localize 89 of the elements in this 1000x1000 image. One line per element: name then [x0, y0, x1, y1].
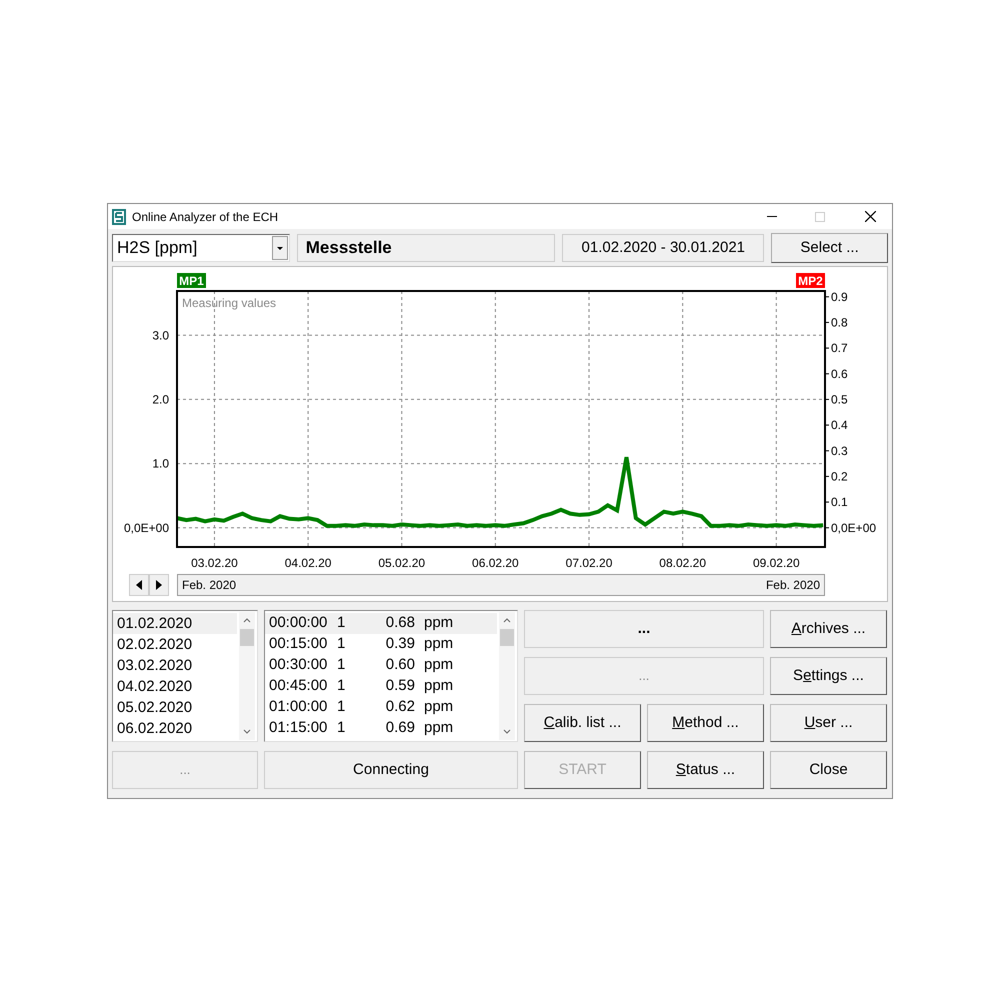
close-icon[interactable] [865, 211, 876, 222]
right-arrow-icon [156, 580, 162, 590]
scroll-label: Feb. 2020 [182, 576, 236, 594]
select-button[interactable]: Select ... [771, 233, 888, 263]
y2-tick-label: 0.6 [831, 366, 848, 381]
reading-unit: ppm [423, 676, 454, 696]
y2-tick-label: 0.7 [831, 341, 848, 356]
scrollbar[interactable] [499, 612, 515, 740]
y-tick-label: 2.0 [152, 392, 169, 406]
y-tick-label: 1.0 [152, 456, 169, 471]
window-title: Online Analyzer of the ECH [132, 208, 278, 226]
reading-time: 00:45:00 [269, 676, 328, 696]
reading-value: 0.62 [384, 697, 415, 718]
reading-channel: 1 [337, 613, 346, 634]
reading-row[interactable]: 01:15:00 1 0.69 ppm [265, 718, 497, 739]
minimize-icon[interactable] [767, 216, 777, 218]
scroll-right-button[interactable] [149, 574, 169, 596]
time-scrollbar[interactable]: Feb. 2020 Feb. 2020 [177, 574, 825, 596]
reading-value: 0.69 [384, 718, 415, 738]
reading-row[interactable]: 00:00:00 1 0.68 ppm [265, 613, 497, 634]
reading-value: 0.68 [384, 613, 415, 634]
y2-tick-label: 0.4 [831, 418, 848, 432]
app-icon [112, 208, 126, 224]
y2-tick-label: 0.2 [831, 469, 848, 484]
info-field: ... [524, 657, 764, 695]
y2-tick-label: 0.3 [831, 444, 848, 458]
reading-channel: 1 [337, 697, 346, 718]
reading-time: 01:15:00 [269, 718, 328, 738]
component-dropdown[interactable]: H2S [ppm] [112, 234, 290, 262]
reading-row[interactable]: 00:45:00 1 0.59 ppm [265, 676, 497, 697]
date-item[interactable]: 03.02.2020 [113, 655, 237, 676]
scroll-left-button[interactable] [129, 574, 149, 596]
reading-time: 01:00:00 [269, 697, 328, 718]
action-button[interactable]: Status ... [647, 751, 764, 789]
reading-channel: 1 [337, 676, 346, 696]
series-badge: MP2 [796, 273, 825, 288]
y2-tick-label: 0.5 [831, 392, 848, 406]
y-tick-label: 0,0E+00 [124, 520, 169, 535]
reading-unit: ppm [423, 697, 454, 718]
reading-unit: ppm [423, 634, 454, 654]
reading-time: 00:15:00 [269, 634, 328, 654]
action-button[interactable]: Archives ... [770, 610, 887, 648]
reading-unit: ppm [423, 718, 454, 738]
scrollbar[interactable] [239, 612, 255, 740]
reading-row[interactable]: 00:30:00 1 0.60 ppm [265, 655, 497, 676]
action-button[interactable]: User ... [770, 704, 887, 742]
x-tick-label: 09.02.20 [752, 556, 800, 567]
reading-time: 00:00:00 [269, 613, 328, 634]
x-tick-label: 05.02.20 [378, 556, 426, 567]
date-item[interactable]: 06.02.2020 [113, 718, 237, 739]
reading-value: 0.39 [384, 634, 415, 654]
x-tick-label: 06.02.20 [472, 556, 519, 567]
location-field: Messstelle [296, 234, 556, 262]
reading-unit: ppm [423, 613, 454, 634]
date-item[interactable]: 05.02.2020 [113, 697, 237, 718]
y2-tick-label: 0,0E+00 [831, 520, 876, 535]
info-field: ... [524, 610, 764, 648]
chart-title: Measuring values [182, 296, 276, 310]
reading-channel: 1 [337, 634, 346, 654]
date-item[interactable]: 04.02.2020 [113, 676, 237, 697]
x-tick-label: 04.02.20 [284, 556, 332, 567]
maximize-icon [815, 212, 825, 222]
x-tick-label: 07.02.20 [566, 556, 612, 567]
y2-tick-label: 0.1 [831, 495, 848, 510]
action-button[interactable]: Method ... [647, 704, 764, 742]
status-field: Connecting [264, 751, 518, 789]
series-badge: MP1 [177, 273, 206, 288]
reading-row[interactable]: 00:15:00 1 0.39 ppm [265, 634, 497, 655]
action-button[interactable]: Settings ... [770, 657, 887, 695]
scroll-label: Feb. 2020 [766, 576, 820, 594]
x-tick-label: 03.02.20 [191, 556, 238, 567]
reading-channel: 1 [337, 718, 346, 738]
action-button[interactable]: Close [770, 751, 887, 789]
date-item[interactable]: 01.02.2020 [113, 613, 237, 634]
left-arrow-icon [136, 580, 142, 590]
status-field: ... [112, 751, 258, 789]
reading-unit: ppm [423, 655, 454, 676]
y2-tick-label: 0.8 [831, 315, 848, 330]
period-field: 01.02.2020 - 30.01.2021 [562, 234, 764, 262]
reading-time: 00:30:00 [269, 655, 328, 676]
action-button[interactable]: Calib. list ... [524, 704, 641, 742]
y2-tick-label: 0.9 [831, 290, 848, 304]
y-tick-label: 3.0 [152, 328, 169, 342]
x-tick-label: 08.02.20 [659, 556, 706, 567]
reading-row[interactable]: 01:00:00 1 0.62 ppm [265, 697, 497, 718]
reading-value: 0.60 [384, 655, 415, 676]
reading-channel: 1 [337, 655, 346, 676]
reading-value: 0.59 [384, 676, 415, 696]
date-item[interactable]: 02.02.2020 [113, 634, 237, 655]
